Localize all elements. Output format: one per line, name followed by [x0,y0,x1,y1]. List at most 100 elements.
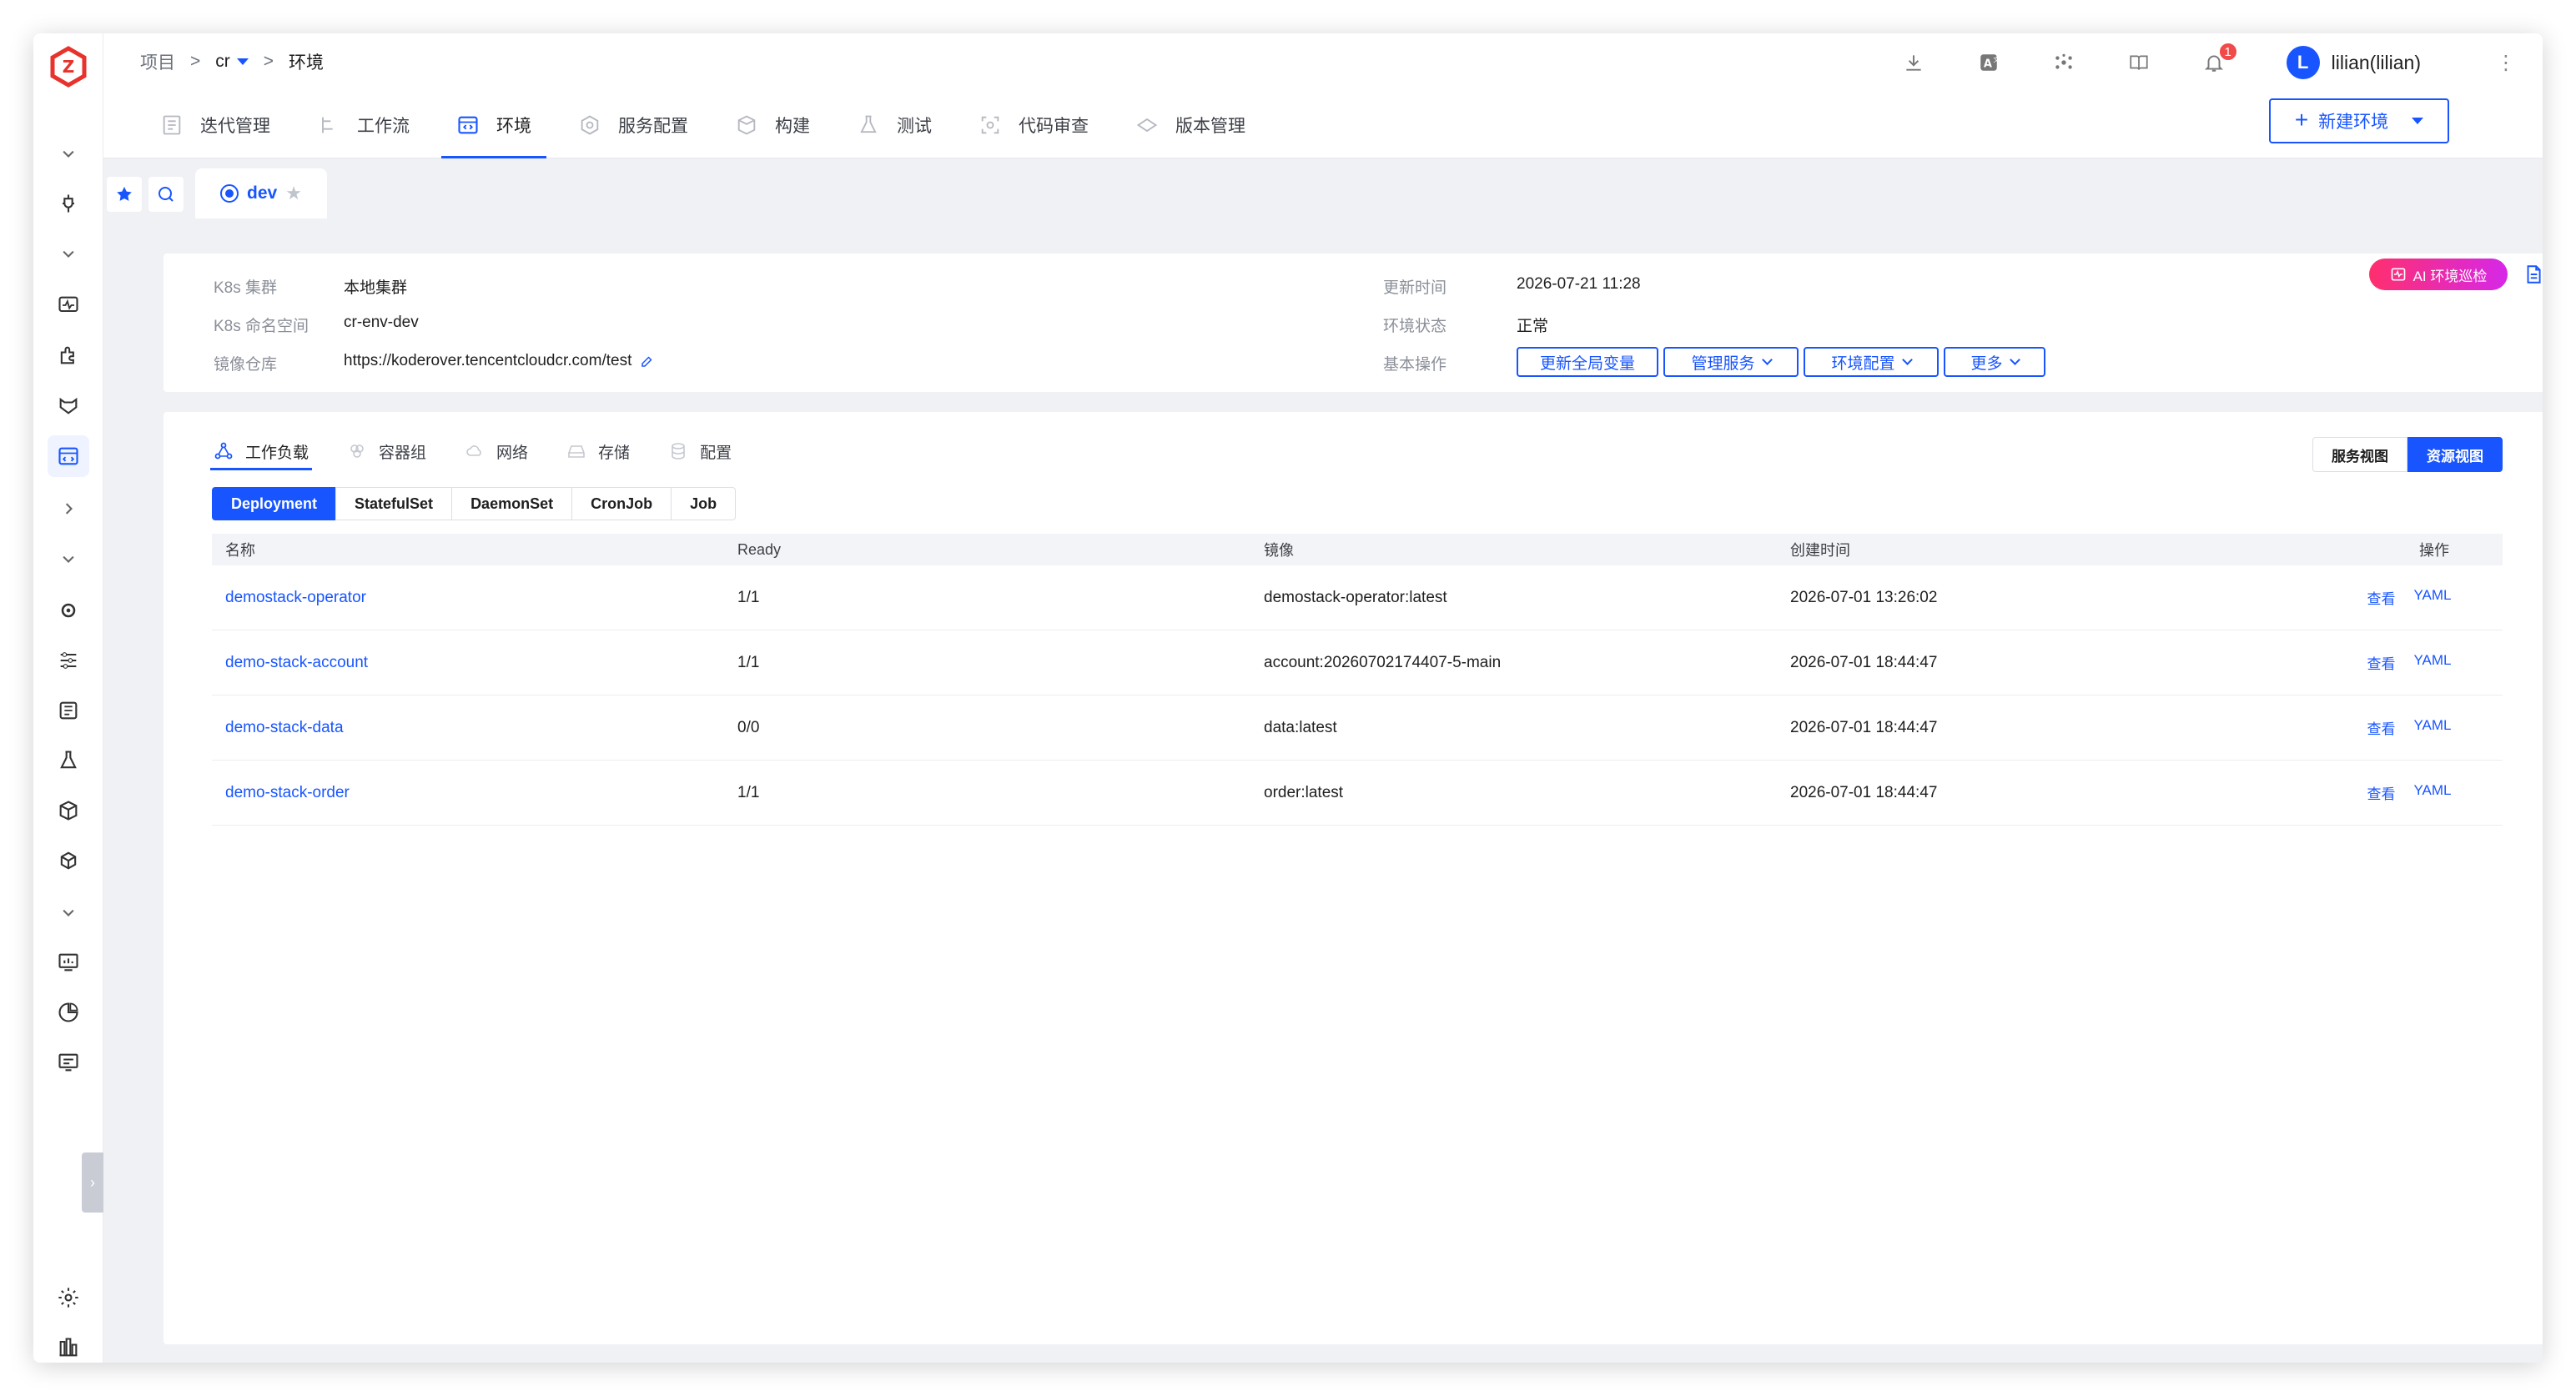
col-actions-header: 操作 [2316,539,2503,560]
env-status-value: 正常 [1517,318,1549,335]
notification-badge: 1 [2217,42,2238,62]
tab-workload[interactable]: 工作负载 [210,432,313,470]
book-icon[interactable] [2120,43,2158,82]
hub-icon[interactable] [2045,43,2083,82]
yaml-link[interactable]: YAML [2413,587,2451,608]
tab-environment[interactable]: 环境 [441,92,546,158]
breadcrumb-projects[interactable]: 项目 [140,49,175,74]
tab-code-scan[interactable]: 代码审查 [963,92,1104,158]
chevron-down-icon [1761,354,1773,365]
translate-icon[interactable]: A文 [1970,43,2008,82]
created-cell: 2026-07-01 18:44:47 [1790,718,1938,736]
breadcrumb: 项目 > cr > 环境 [140,43,324,80]
update-global-vars-button[interactable]: 更新全局变量 [1517,347,1658,377]
dashboard-icon[interactable] [52,946,85,979]
kind-cronjob[interactable]: CronJob [571,487,672,520]
tab-iteration[interactable]: 迭代管理 [145,92,285,158]
view-link[interactable]: 查看 [2367,652,2395,673]
table-row: demo-stack-account 1/1 account:202607021… [212,630,2503,695]
flask-icon[interactable] [52,744,85,777]
tab-version[interactable]: 版本管理 [1120,92,1260,158]
monitor-icon[interactable] [52,289,85,322]
cube-icon[interactable] [52,844,85,877]
edit-icon[interactable] [640,354,655,369]
plugin-icon[interactable] [52,187,85,220]
yaml-link[interactable]: YAML [2413,717,2451,738]
gear-cluster-icon[interactable] [52,594,85,627]
package-icon[interactable] [52,794,85,827]
tab-network[interactable]: 网络 [461,432,531,470]
workload-name-link[interactable]: demo-stack-order [225,784,350,801]
animal-icon[interactable] [52,389,85,422]
svg-text:文: 文 [1993,55,2000,63]
chevron-down-icon[interactable] [52,896,85,929]
project-selector[interactable]: cr [215,52,249,72]
col-created-header: 创建时间 [1790,542,1850,559]
tab-pods[interactable]: 容器组 [344,432,430,470]
chevron-down-icon [1901,354,1913,365]
yaml-link[interactable]: YAML [2413,652,2451,673]
user-menu[interactable]: L lilian(lilian) [2286,46,2421,79]
star-icon [117,187,132,201]
tab-storage[interactable]: 存储 [563,432,633,470]
workload-name-link[interactable]: demo-stack-account [225,654,368,671]
pie-chart-icon[interactable] [52,996,85,1029]
ai-badge-label: AI 环境巡检 [2412,268,2488,284]
environment-icon[interactable] [48,435,89,477]
workload-name-link[interactable]: demo-stack-data [225,719,344,736]
chevron-down-icon[interactable] [52,542,85,575]
list-config-icon[interactable] [52,644,85,677]
user-name: lilian(lilian) [2331,51,2421,73]
puzzle-icon[interactable] [52,339,85,372]
build-icon [737,115,756,135]
tab-config[interactable]: 配置 [665,432,735,470]
view-link[interactable]: 查看 [2367,717,2395,738]
table-row: demo-stack-order 1/1 order:latest 2026-0… [212,761,2503,826]
kind-deployment[interactable]: Deployment [212,487,337,520]
env-config-label: 环境配置 [1831,354,1895,373]
bell-icon[interactable]: 1 [2195,42,2238,82]
more-vertical-icon[interactable]: ⋮ [2496,51,2516,75]
more-button[interactable]: 更多 [1944,347,2045,377]
resource-view-button[interactable]: 资源视图 [2407,437,2503,472]
created-cell: 2026-07-01 18:44:47 [1790,653,1938,671]
kind-daemonset[interactable]: DaemonSet [451,487,573,520]
kind-job[interactable]: Job [671,487,737,520]
env-config-button[interactable]: 环境配置 [1804,347,1939,377]
settings-icon[interactable] [52,1281,85,1314]
k8s-namespace-value: cr-env-dev [344,314,419,331]
breadcrumb-separator: > [263,52,274,71]
favorite-filter-button[interactable] [107,177,142,212]
tab-label: 网络 [496,444,529,462]
kind-statefulset[interactable]: StatefulSet [335,487,453,520]
zadig-logo[interactable]: Z [47,45,90,88]
view-link[interactable]: 查看 [2367,587,2395,608]
chevron-down-icon[interactable] [52,137,85,170]
registry-icon[interactable] [52,694,85,727]
updated-time-value: 2026-07-21 11:28 [1517,275,1641,293]
report-icon[interactable] [52,1046,85,1079]
docs-icon[interactable] [52,1331,85,1363]
chevron-right-icon[interactable] [52,492,85,525]
new-environment-button[interactable]: + 新建环境 [2269,98,2449,143]
tab-workflow[interactable]: 工作流 [302,92,425,158]
tab-test[interactable]: 测试 [842,92,947,158]
version-icon [1136,118,1158,133]
service-view-button[interactable]: 服务视图 [2312,437,2407,472]
yaml-link[interactable]: YAML [2413,782,2451,803]
star-outline-icon[interactable]: ★ [285,183,302,204]
download-icon[interactable] [1894,43,1933,82]
chevron-down-icon[interactable] [52,237,85,270]
env-tab-dev[interactable]: dev ★ [195,168,327,218]
tab-service-config[interactable]: 服务配置 [563,92,703,158]
workload-name-link[interactable]: demostack-operator [225,589,366,606]
document-icon[interactable] [2523,264,2543,285]
sidebar-expand-handle[interactable]: › [82,1152,103,1213]
code-scan-icon [981,116,999,134]
env-tabs-row: dev ★ [107,168,327,218]
tab-build[interactable]: 构建 [720,92,825,158]
search-env-button[interactable] [148,177,184,212]
manage-services-button[interactable]: 管理服务 [1663,347,1799,377]
ai-env-inspection-button[interactable]: AI 环境巡检 [2369,259,2508,290]
view-link[interactable]: 查看 [2367,782,2395,803]
